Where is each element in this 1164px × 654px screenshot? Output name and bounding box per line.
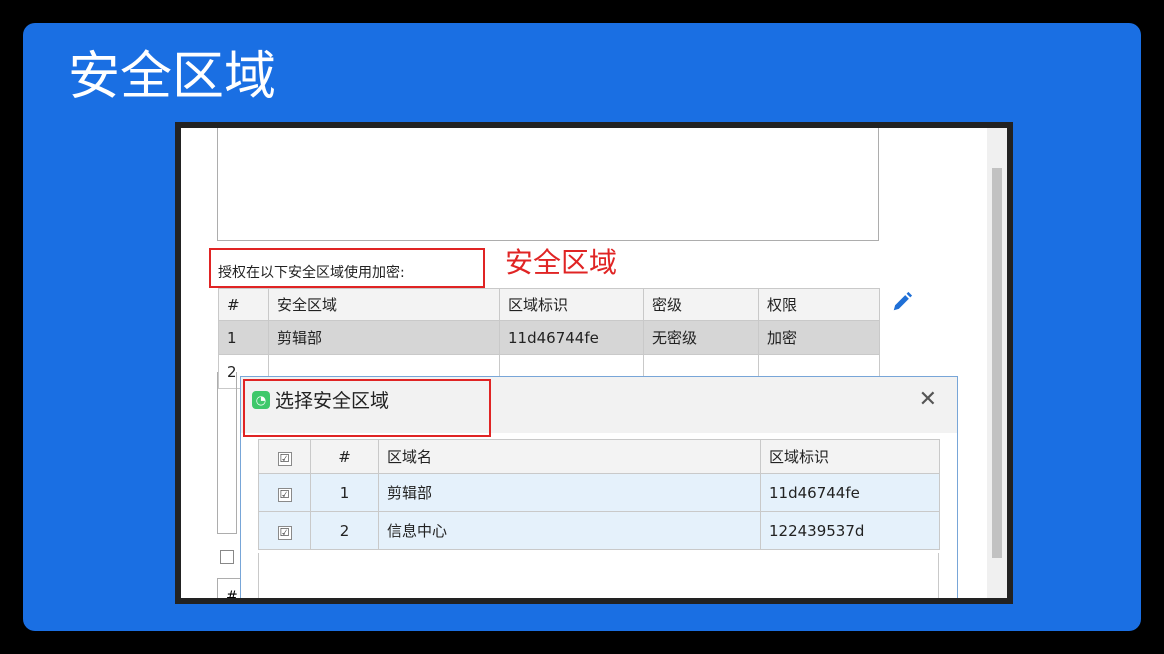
col-header-zone-name: 区域名	[378, 439, 761, 474]
col-header-select-all[interactable]: ☑	[258, 439, 311, 474]
cell-zone-id: 11d46744fe	[760, 473, 940, 512]
table-row[interactable]: ☑ 2 信息中心 122439537d	[258, 511, 940, 550]
zone-select-table: ☑ # 区域名 区域标识 ☑ 1 剪辑部 11d46744fe ☑ 2 信息中心…	[258, 439, 940, 550]
col-header-permission: 权限	[758, 288, 880, 321]
dialog-table-empty-area	[258, 553, 939, 598]
col-header-classification: 密级	[643, 288, 759, 321]
dialog-table-header-row: ☑ # 区域名 区域标识	[258, 439, 940, 474]
annotation-security-zone: 安全区域	[505, 246, 618, 279]
cell-number: 1	[310, 473, 379, 512]
row-checkbox[interactable]: ☑	[277, 487, 292, 502]
col-header-zone-id: 区域标识	[499, 288, 644, 321]
cell-number: 1	[218, 320, 269, 355]
row-select-cell[interactable]: ☑	[258, 473, 311, 512]
highlight-box-auth-label	[209, 248, 485, 288]
scrollbar-track[interactable]	[987, 128, 1007, 598]
table-row[interactable]: ☑ 1 剪辑部 11d46744fe	[258, 473, 940, 512]
screenshot-frame: 授权在以下安全区域使用加密: 安全区域 # 安全区域 区域标识 密级 权限 1 …	[175, 122, 1013, 604]
slide-background: 安全区域 授权在以下安全区域使用加密: 安全区域 # 安全区域 区域标识 密级 …	[23, 23, 1141, 631]
cell-zone-name: 信息中心	[378, 511, 761, 550]
highlight-box-dialog-title	[243, 379, 491, 437]
security-zone-table: # 安全区域 区域标识 密级 权限 1 剪辑部 11d46744fe 无密级 加…	[218, 288, 880, 389]
row-select-cell[interactable]: ☑	[258, 511, 311, 550]
lower-table-header-stub: #	[217, 578, 241, 598]
cell-classification: 无密级	[643, 320, 759, 355]
description-textarea[interactable]	[217, 128, 879, 241]
cell-zone-name: 剪辑部	[268, 320, 500, 355]
cell-zone-id: 122439537d	[760, 511, 940, 550]
pencil-edit-icon[interactable]	[891, 291, 913, 313]
col-header-number: #	[310, 439, 379, 474]
col-header-zone: 安全区域	[268, 288, 500, 321]
row-checkbox[interactable]: ☑	[277, 525, 292, 540]
scrollbar-thumb[interactable]	[992, 168, 1002, 558]
table-row[interactable]: 1 剪辑部 11d46744fe 无密级 加密	[218, 320, 880, 355]
cell-zone-name: 剪辑部	[378, 473, 761, 512]
cell-number: 2	[310, 511, 379, 550]
select-all-checkbox[interactable]: ☑	[277, 451, 292, 466]
col-header-number: #	[218, 288, 269, 321]
close-icon[interactable]: ✕	[919, 387, 937, 413]
col-header-zone-id: 区域标识	[760, 439, 940, 474]
lower-checkbox[interactable]	[220, 550, 234, 564]
table-header-row: # 安全区域 区域标识 密级 权限	[218, 288, 880, 321]
cell-zone-id: 11d46744fe	[499, 320, 644, 355]
lower-table-edge	[217, 372, 237, 534]
cell-permission: 加密	[758, 320, 880, 355]
slide-title: 安全区域	[68, 47, 277, 107]
